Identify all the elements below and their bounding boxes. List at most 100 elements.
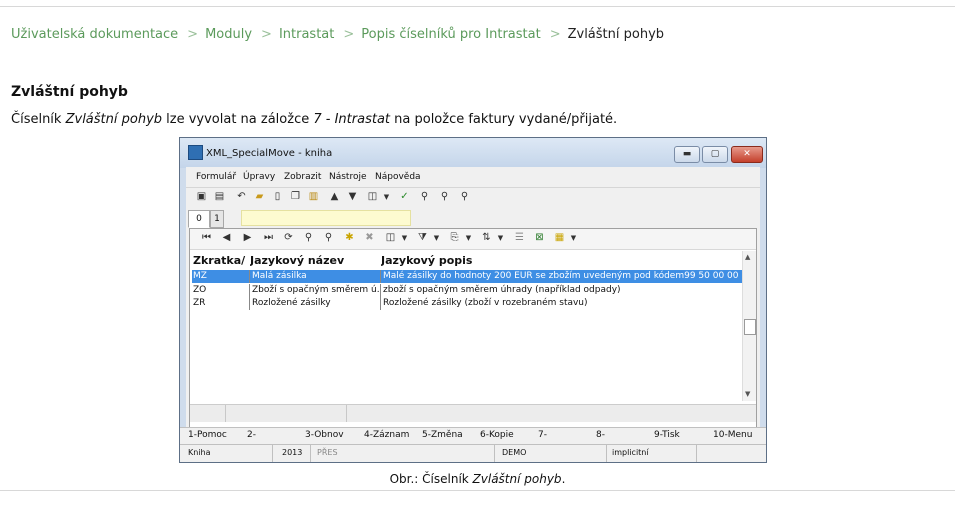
menu-edit[interactable]: Úpravy	[243, 172, 275, 182]
fkey-refresh[interactable]: 3-Obnov	[305, 430, 344, 440]
scroll-down-icon[interactable]: ▼	[745, 390, 750, 398]
book-icon[interactable]: ▥	[307, 191, 320, 203]
menu-bar: Formulář Úpravy Zobrazit Nástroje Nápově…	[186, 167, 760, 186]
tab-1[interactable]: 1	[210, 210, 224, 228]
fkey-record[interactable]: 4-Záznam	[364, 430, 409, 440]
vertical-scrollbar[interactable]: ▲ ▼	[742, 251, 756, 401]
prev-record-icon[interactable]: ◀	[220, 232, 233, 244]
maximize-button[interactable]: ▢	[702, 146, 728, 163]
breadcrumb-link-codebooks[interactable]: Popis číselníků pro Intrastat	[361, 27, 540, 42]
status-divider	[310, 445, 311, 462]
find-icon[interactable]: ⚲	[418, 191, 431, 203]
window-dropdown-icon[interactable]: ◫	[366, 191, 379, 203]
chevron-down-icon[interactable]: ▼	[430, 232, 443, 244]
open-folder-icon[interactable]: ▰	[253, 191, 266, 203]
column-header-name[interactable]: Jazykový název	[250, 254, 378, 267]
status-divider	[494, 445, 495, 462]
scroll-thumb[interactable]	[744, 319, 756, 335]
fkey-copy[interactable]: 6-Kopie	[480, 430, 514, 440]
fkey-print[interactable]: 9-Tisk	[654, 430, 680, 440]
menu-form[interactable]: Formulář	[196, 172, 236, 182]
close-button[interactable]: ✕	[731, 146, 763, 163]
cell-name: Malá zásilka	[249, 270, 379, 283]
copy-icon[interactable]: ❐	[289, 191, 302, 203]
delete-icon[interactable]: ✖	[363, 232, 376, 244]
intro-emphasis-tab: 7 - Intrastat	[313, 112, 391, 127]
caption-suffix: .	[561, 472, 566, 486]
excel-icon[interactable]: ⊠	[533, 232, 546, 244]
arrow-up-icon[interactable]: ▲	[328, 191, 341, 203]
add-star-icon[interactable]: ✱	[343, 232, 356, 244]
tick-icon[interactable]: ✓	[398, 191, 411, 203]
tab-0[interactable]: 0	[188, 210, 210, 228]
breadcrumb-link-user-docs[interactable]: Uživatelská dokumentace	[11, 27, 178, 42]
status-year: 2013	[282, 448, 303, 457]
breadcrumb-current: Zvláštní pohyb	[567, 27, 665, 42]
menu-tools[interactable]: Nástroje	[329, 172, 367, 182]
tab-info-field	[241, 210, 411, 226]
window-client: Formulář Úpravy Zobrazit Nástroje Nápově…	[186, 167, 760, 445]
arrow-down-icon[interactable]: ▼	[346, 191, 359, 203]
table-row[interactable]: MZ Malá zásilka Malé zásilky do hodnoty …	[192, 270, 742, 283]
breadcrumb-separator: >	[549, 27, 561, 42]
list-icon[interactable]: ☰	[513, 232, 526, 244]
fkey-7[interactable]: 7-	[538, 430, 547, 440]
window-titlebar: XML_SpecialMove - kniha ▬ ▢ ✕	[180, 138, 766, 168]
chevron-down-icon[interactable]: ▼	[462, 232, 475, 244]
breadcrumb-link-intrastat[interactable]: Intrastat	[279, 27, 334, 42]
chevron-down-icon[interactable]: ▼	[380, 191, 393, 203]
find-edit-icon[interactable]: ⚲	[322, 232, 335, 244]
next-record-icon[interactable]: ▶	[241, 232, 254, 244]
chevron-down-icon[interactable]: ▼	[567, 232, 580, 244]
filter-icon[interactable]: ⧩	[416, 232, 429, 244]
status-divider	[272, 445, 273, 462]
find-icon[interactable]: ⚲	[302, 232, 315, 244]
chevron-down-icon[interactable]: ▼	[494, 232, 507, 244]
footer-cell	[190, 405, 226, 422]
fkey-change[interactable]: 5-Změna	[422, 430, 463, 440]
table-row[interactable]: ZR Rozložené zásilky Rozložené zásilky (…	[192, 297, 742, 310]
cell-name: Zboží s opačným směrem ú...	[249, 284, 379, 297]
first-record-icon[interactable]: ⏮	[200, 232, 213, 244]
cell-code: ZR	[193, 298, 206, 308]
fkey-help[interactable]: 1-Pomoc	[188, 430, 227, 440]
calculator-icon[interactable]: ▦	[553, 232, 566, 244]
window-title: XML_SpecialMove - kniha	[206, 148, 333, 159]
column-header-code[interactable]: Zkratka/	[193, 254, 248, 267]
save-icon[interactable]: ▣	[195, 191, 208, 203]
sort-icon[interactable]: ⇅	[480, 232, 493, 244]
intro-prefix: Číselník	[11, 112, 66, 127]
fkey-menu[interactable]: 10-Menu	[713, 430, 752, 440]
breadcrumb-link-modules[interactable]: Moduly	[205, 27, 252, 42]
breadcrumb-separator: >	[187, 27, 199, 42]
breadcrumb-separator: >	[261, 27, 272, 42]
column-header-description[interactable]: Jazykový popis	[381, 254, 741, 267]
fkey-8[interactable]: 8-	[596, 430, 605, 440]
scroll-up-icon[interactable]: ▲	[745, 253, 750, 261]
top-divider	[0, 6, 955, 7]
find-prev-icon[interactable]: ⚲	[458, 191, 471, 203]
new-document-icon[interactable]: ▯	[271, 191, 284, 203]
cell-name: Rozložené zásilky	[249, 297, 379, 310]
last-record-icon[interactable]: ⏭	[262, 232, 275, 244]
undo-icon[interactable]: ↶	[235, 191, 248, 203]
minimize-button[interactable]: ▬	[674, 146, 700, 163]
intro-emphasis-codebook: Zvláštní pohyb	[65, 112, 163, 127]
function-key-bar: 1-Pomoc 2- 3-Obnov 4-Záznam 5-Změna 6-Ko…	[180, 427, 766, 444]
refresh-icon[interactable]: ⟳	[282, 232, 295, 244]
bottom-divider	[0, 490, 955, 491]
fkey-2[interactable]: 2-	[247, 430, 256, 440]
chevron-down-icon[interactable]: ▼	[398, 232, 411, 244]
grid-footer	[190, 404, 756, 422]
menu-help[interactable]: Nápověda	[375, 172, 421, 182]
export-icon[interactable]: ⎘	[448, 232, 461, 244]
window-dropdown-icon[interactable]: ◫	[384, 232, 397, 244]
save-all-icon[interactable]: ▤	[213, 191, 226, 203]
page-title: Zvláštní pohyb	[11, 84, 128, 100]
table-row[interactable]: ZO Zboží s opačným směrem ú... zboží s o…	[192, 284, 742, 297]
find-next-icon[interactable]: ⚲	[438, 191, 451, 203]
screenshot-window: XML_SpecialMove - kniha ▬ ▢ ✕ Formulář Ú…	[179, 137, 767, 463]
figure-caption: Obr.: Číselník Zvláštní pohyb.	[0, 472, 955, 486]
menu-view[interactable]: Zobrazit	[284, 172, 321, 182]
caption-emphasis: Zvláštní pohyb	[472, 472, 562, 486]
